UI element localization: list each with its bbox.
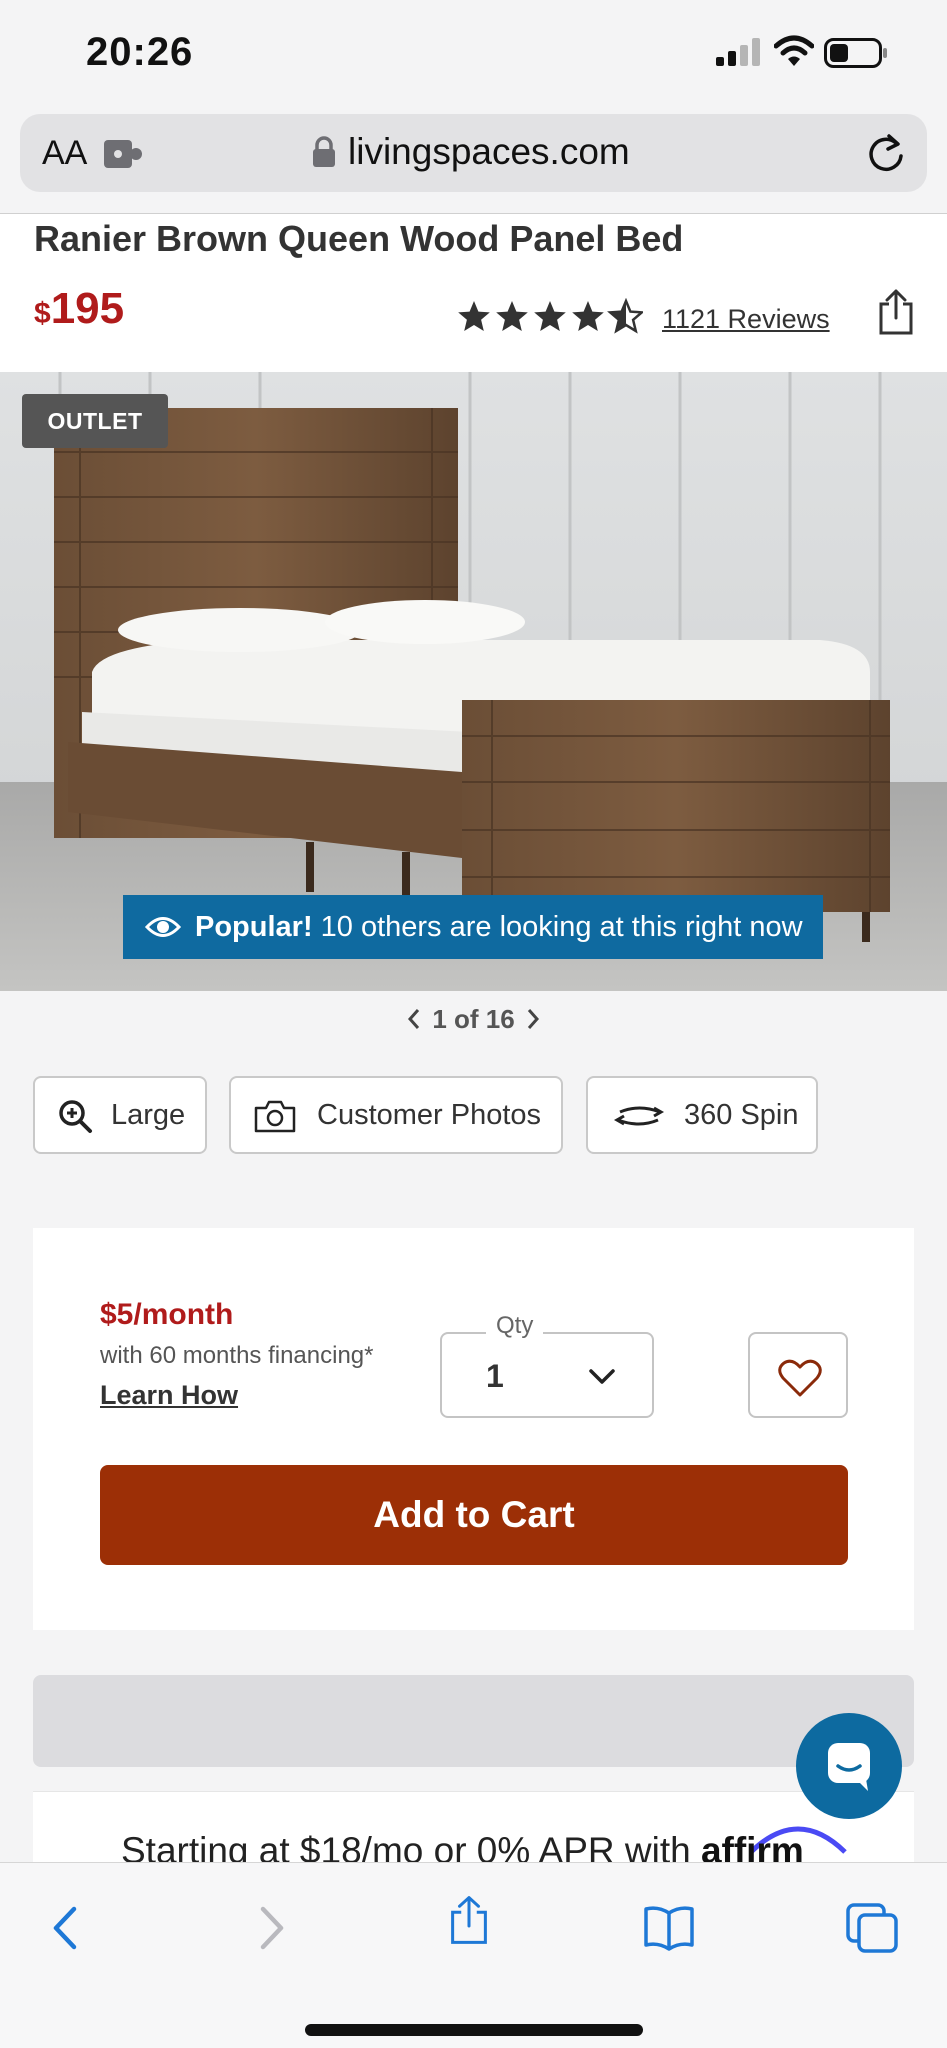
- customer-photos-button[interactable]: Customer Photos: [229, 1076, 563, 1154]
- zoom-in-icon: [59, 1100, 92, 1133]
- back-icon[interactable]: [40, 1903, 92, 1953]
- signal-icon: [716, 38, 760, 66]
- spin-360-button[interactable]: 360 Spin: [586, 1076, 818, 1154]
- wifi-icon: [774, 35, 814, 66]
- affirm-financing-card[interactable]: Starting at $18/mo or 0% APR with affirm: [33, 1791, 914, 1871]
- financing-note: with 60 months financing*: [100, 1342, 374, 1369]
- wishlist-button[interactable]: [748, 1332, 848, 1418]
- purchase-card: $5/month with 60 months financing* Learn…: [33, 1228, 914, 1630]
- customer-photos-label: Customer Photos: [317, 1099, 542, 1131]
- star-icon: [572, 301, 604, 331]
- camera-icon: [254, 1100, 296, 1133]
- price-currency: $: [34, 297, 51, 330]
- rating-stars[interactable]: [458, 298, 643, 334]
- lock-icon: [313, 136, 335, 167]
- address-bar[interactable]: AA livingspaces.com: [20, 114, 927, 192]
- browser-toolbar: [0, 1862, 947, 2048]
- text-size-button[interactable]: AA: [42, 134, 87, 173]
- add-to-cart-button[interactable]: Add to Cart: [100, 1465, 848, 1565]
- share-sheet-icon[interactable]: [443, 1895, 495, 1945]
- chat-button[interactable]: [796, 1713, 902, 1819]
- product-price: $195: [34, 284, 124, 334]
- reload-icon[interactable]: [866, 132, 906, 174]
- url-domain[interactable]: livingspaces.com: [348, 131, 630, 173]
- chevron-left-icon[interactable]: [406, 1008, 422, 1030]
- clock: 20:26: [86, 30, 194, 74]
- view-large-label: Large: [111, 1099, 186, 1131]
- popular-strong: Popular!: [195, 911, 313, 943]
- star-icon: [534, 301, 566, 331]
- share-icon[interactable]: [876, 288, 916, 336]
- outlet-badge: OUTLET: [22, 394, 168, 448]
- heart-icon: [778, 1359, 822, 1397]
- pager-label: 1 of 16: [432, 1004, 515, 1034]
- reviews-link[interactable]: 1121 Reviews: [662, 304, 830, 335]
- star-icon: [496, 301, 528, 331]
- product-title: Ranier Brown Queen Wood Panel Bed: [34, 218, 684, 259]
- price-amount: 195: [50, 284, 125, 333]
- image-pager: 1 of 16: [0, 1004, 947, 1035]
- status-bar: 20:26: [0, 0, 947, 108]
- quantity-select[interactable]: Qty 1: [440, 1312, 654, 1418]
- product-image-carousel[interactable]: OUTLET Popular! 10 others are looking at …: [0, 372, 947, 991]
- popular-text: 10 others are looking at this right now: [320, 911, 803, 943]
- bookmarks-icon[interactable]: [643, 1903, 695, 1953]
- chevron-down-icon: [589, 1369, 615, 1384]
- tabs-icon[interactable]: [846, 1903, 898, 1953]
- chevron-right-icon[interactable]: [525, 1008, 541, 1030]
- spin-icon: [613, 1106, 665, 1126]
- star-icon: [458, 301, 490, 331]
- loading-placeholder: [33, 1675, 914, 1767]
- chat-icon: [828, 1743, 870, 1791]
- qty-label: Qty: [486, 1312, 544, 1340]
- monthly-price: $5/month: [100, 1298, 234, 1331]
- popular-banner: Popular! 10 others are looking at this ri…: [123, 895, 823, 959]
- product-header: Ranier Brown Queen Wood Panel Bed $195 1…: [0, 213, 947, 373]
- extension-icon[interactable]: [104, 138, 144, 170]
- qty-value: 1: [486, 1358, 504, 1394]
- spin-360-label: 360 Spin: [684, 1099, 799, 1131]
- eye-icon: [145, 917, 181, 937]
- battery-icon: [824, 38, 887, 68]
- learn-how-link[interactable]: Learn How: [100, 1380, 238, 1411]
- forward-icon[interactable]: [245, 1903, 297, 1953]
- home-indicator: [305, 2024, 643, 2036]
- view-large-button[interactable]: Large: [33, 1076, 207, 1154]
